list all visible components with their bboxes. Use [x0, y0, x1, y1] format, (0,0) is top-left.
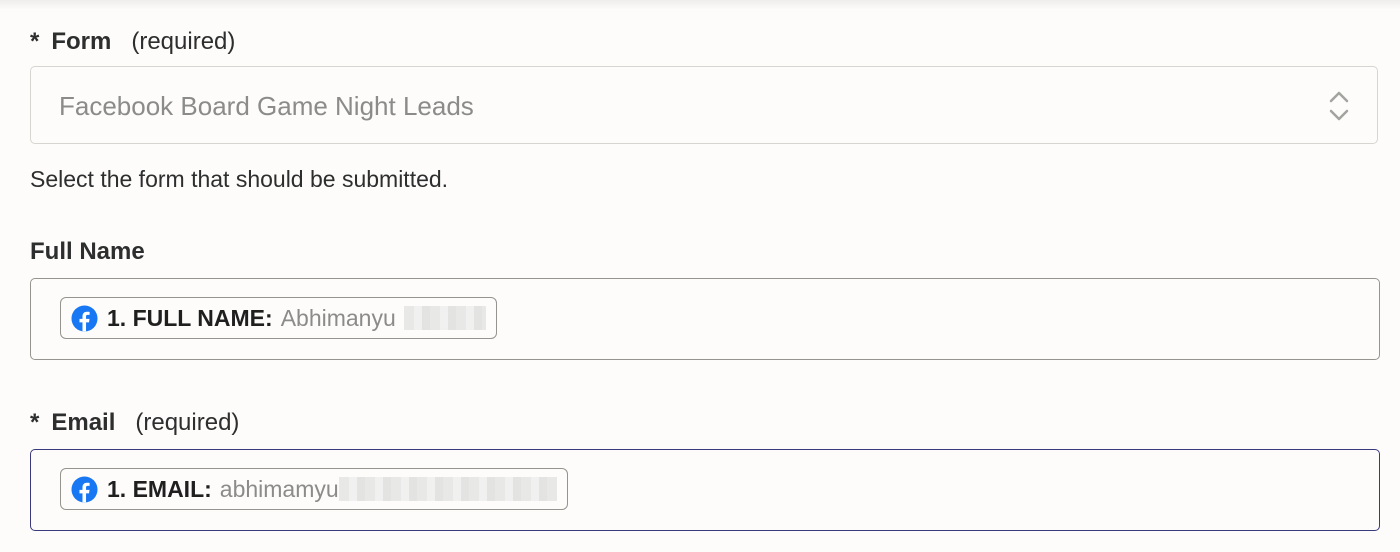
email-label: Email: [51, 409, 116, 436]
email-field: * Email (required) 1. EMAIL: abhimamyu: [30, 409, 1380, 531]
email-mapped-pill[interactable]: 1. EMAIL: abhimamyu: [60, 468, 568, 510]
redacted-text: [403, 306, 486, 330]
redacted-text: [338, 477, 557, 501]
required-marker: *: [30, 28, 40, 55]
form-help-text: Select the form that should be submitted…: [30, 166, 449, 192]
required-note: (required): [131, 28, 236, 55]
required-marker: *: [30, 409, 40, 436]
email-input[interactable]: 1. EMAIL: abhimamyu: [30, 449, 1380, 531]
full-name-input[interactable]: 1. FULL NAME: Abhimanyu: [30, 278, 1380, 360]
pill-key: 1. FULL NAME:: [107, 304, 273, 331]
facebook-icon: [71, 475, 98, 503]
pill-value: abhimamyu: [219, 475, 339, 502]
full-name-field: Full Name 1. FULL NAME: Abhimanyu: [30, 238, 1380, 360]
facebook-icon: [71, 304, 98, 332]
form-select[interactable]: Facebook Board Game Night Leads: [30, 66, 1378, 144]
full-name-label-row: Full Name: [30, 238, 1380, 266]
required-note: (required): [135, 409, 240, 436]
pill-key: 1. EMAIL:: [107, 475, 212, 502]
form-label: Form: [51, 28, 112, 55]
full-name-mapped-pill[interactable]: 1. FULL NAME: Abhimanyu: [60, 297, 497, 339]
form-select-value: Facebook Board Game Night Leads: [59, 91, 474, 121]
email-label-row: * Email (required): [30, 409, 1380, 437]
full-name-label: Full Name: [30, 238, 145, 265]
chevron-up-down-icon: [1329, 91, 1349, 121]
pill-value: Abhimanyu: [280, 304, 396, 331]
form-field: * Form (required) Facebook Board Game Ni…: [30, 28, 1380, 192]
form-label-row: * Form (required): [30, 28, 1380, 56]
header-shadow: [0, 0, 1400, 10]
